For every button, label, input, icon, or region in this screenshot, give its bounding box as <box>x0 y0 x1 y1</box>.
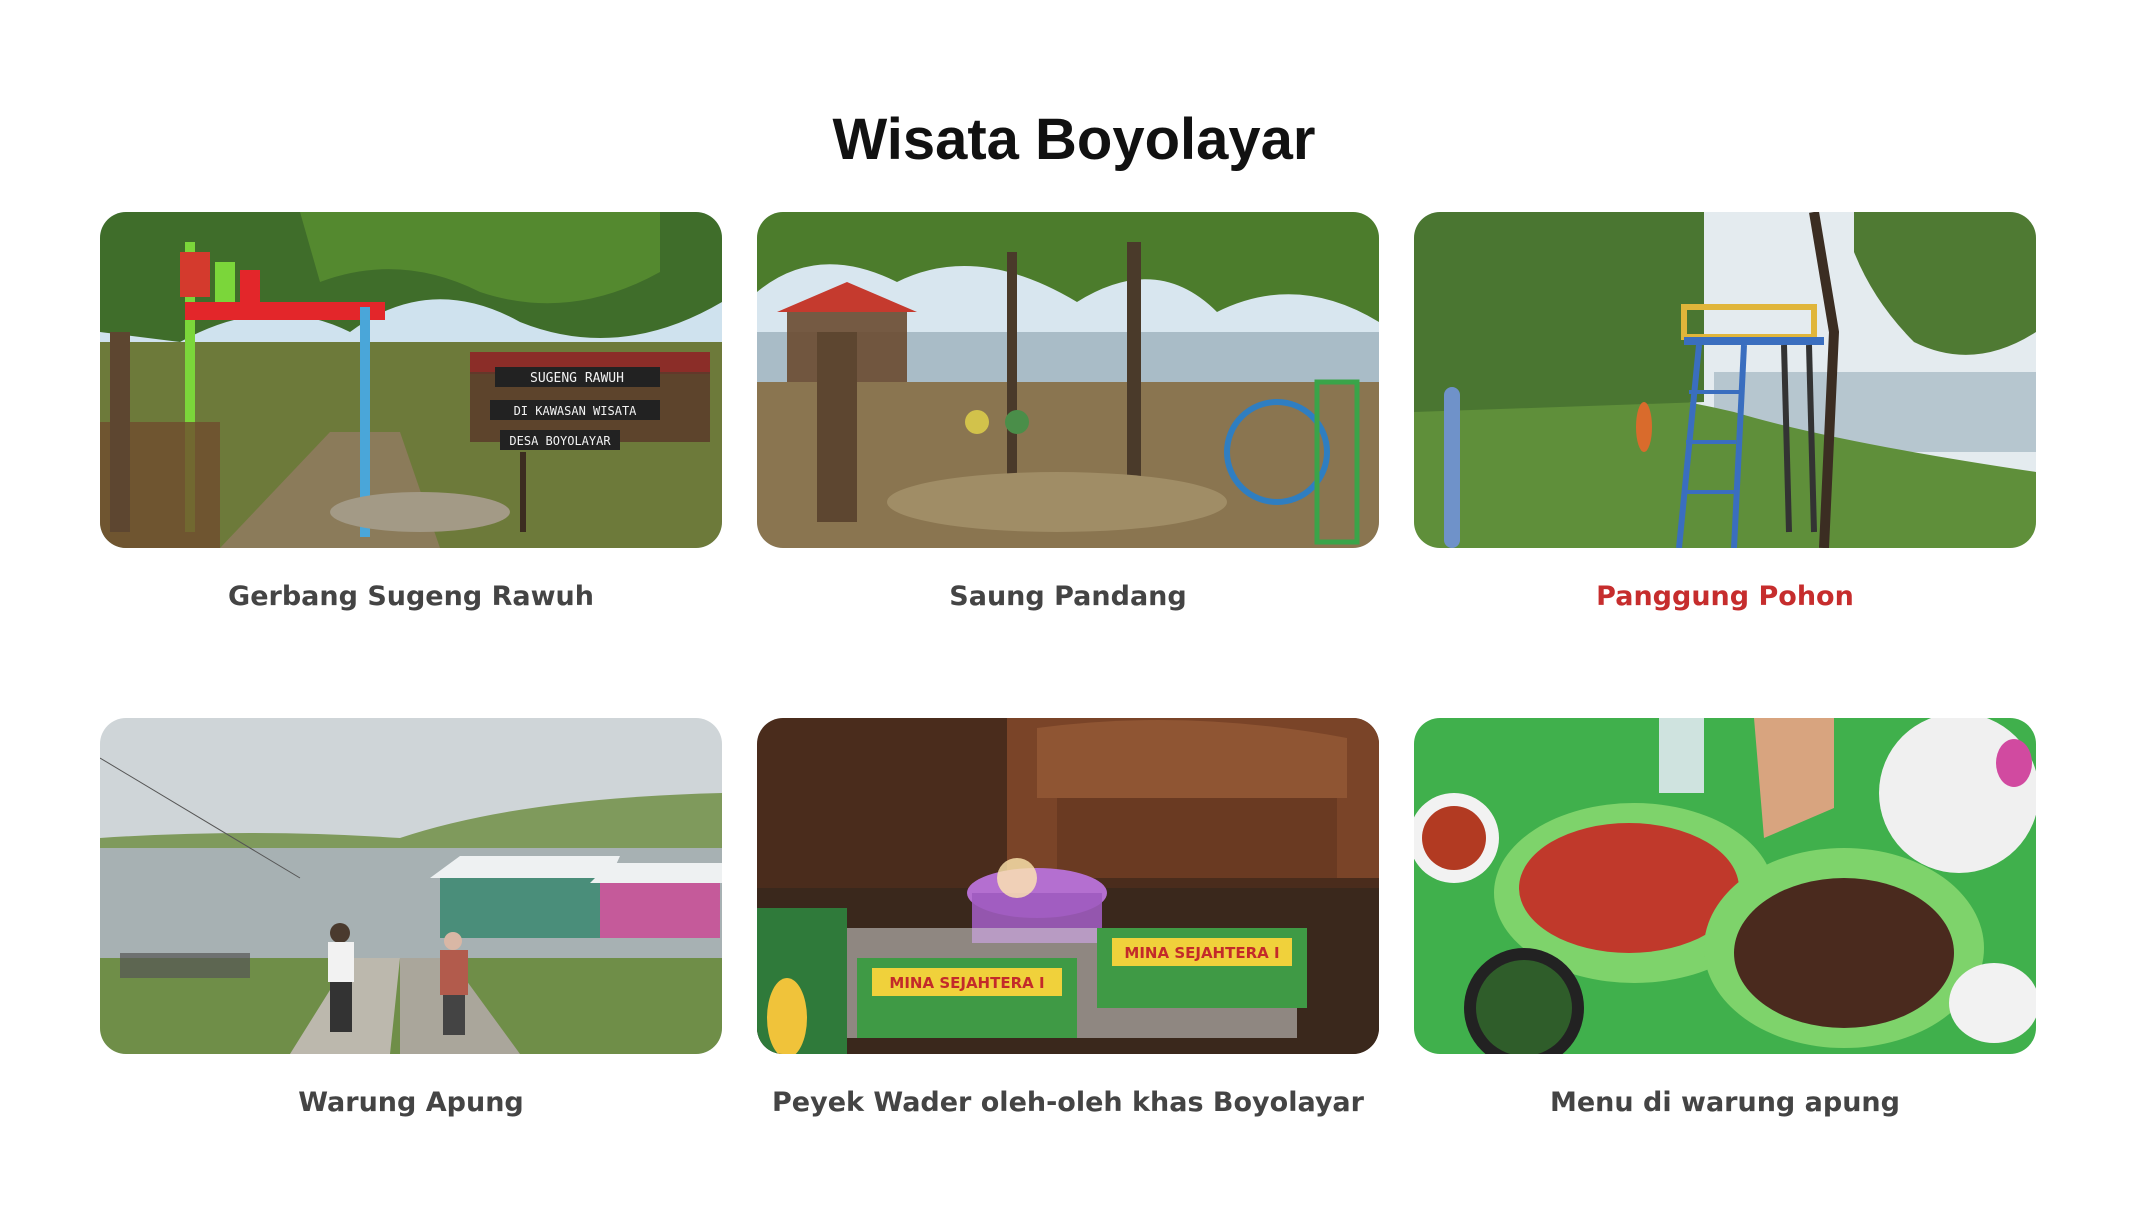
gallery-photo[interactable] <box>1414 718 2036 1054</box>
gallery-photo[interactable]: SUGENG RAWUH DI KAWASAN WISATA DESA BOYO… <box>100 212 722 548</box>
label-text-front: MINA SEJAHTERA I <box>889 974 1044 992</box>
gallery-card-gerbang-sugeng-rawuh[interactable]: SUGENG RAWUH DI KAWASAN WISATA DESA BOYO… <box>100 212 722 662</box>
gallery-caption-active[interactable]: Panggung Pohon <box>1414 577 2036 617</box>
photo-seafood-menu <box>1414 718 2036 1054</box>
gallery-card-peyek-wader[interactable]: MINA SEJAHTERA I MINA SEJAHTERA I Peyek … <box>757 718 1379 1168</box>
photo-peyek-snack-pack: MINA SEJAHTERA I MINA SEJAHTERA I <box>757 718 1379 1054</box>
gallery-caption[interactable]: Gerbang Sugeng Rawuh <box>100 577 722 617</box>
gallery-photo[interactable] <box>757 212 1379 548</box>
photo-lakeside-gazebo <box>757 212 1379 548</box>
gallery-card-saung-pandang[interactable]: Saung Pandang <box>757 212 1379 662</box>
sign-line-2: DI KAWASAN WISATA <box>514 404 638 418</box>
photo-gate-entrance: SUGENG RAWUH DI KAWASAN WISATA DESA BOYO… <box>100 212 722 548</box>
photo-floating-warung <box>100 718 722 1054</box>
sign-line-1: SUGENG RAWUH <box>530 371 624 386</box>
gallery-caption[interactable]: Saung Pandang <box>757 577 1379 617</box>
gallery-card-panggung-pohon[interactable]: Panggung Pohon <box>1414 212 2036 662</box>
gallery-photo[interactable] <box>1414 212 2036 548</box>
sign-line-3: DESA BOYOLAYAR <box>509 434 611 448</box>
label-text-back: MINA SEJAHTERA I <box>1124 944 1279 962</box>
gallery-photo[interactable]: MINA SEJAHTERA I MINA SEJAHTERA I <box>757 718 1379 1054</box>
gallery-card-warung-apung[interactable]: Warung Apung <box>100 718 722 1168</box>
photo-tree-stage <box>1414 212 2036 548</box>
gallery-card-menu-warung-apung[interactable]: Menu di warung apung <box>1414 718 2036 1168</box>
gallery-caption[interactable]: Menu di warung apung <box>1414 1083 2036 1123</box>
gallery-photo[interactable] <box>100 718 722 1054</box>
gallery-caption[interactable]: Warung Apung <box>100 1083 722 1123</box>
gallery-grid: SUGENG RAWUH DI KAWASAN WISATA DESA BOYO… <box>0 0 2148 1215</box>
gallery-caption[interactable]: Peyek Wader oleh-oleh khas Boyolayar <box>757 1083 1379 1123</box>
